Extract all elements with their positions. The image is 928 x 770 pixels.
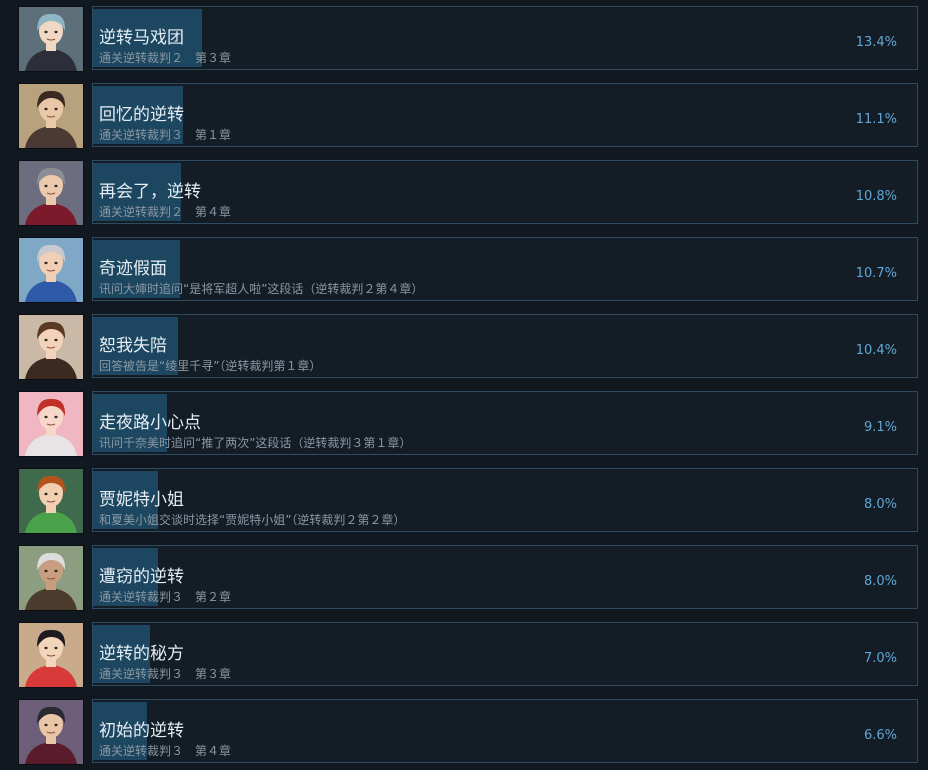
portrait-dahlia-icon (18, 391, 84, 457)
achievement-row[interactable]: 再会了，逆转通关逆转裁判２ 第４章 10.8% (0, 160, 928, 226)
unlock-percentage: 11.1% (855, 112, 897, 127)
portrait-edgeworth-icon (18, 160, 84, 226)
unlock-percentage: 9.1% (863, 420, 897, 435)
achievement-row[interactable]: 贾妮特小姐和夏美小姐交谈时选择“贾妮特小姐”（逆转裁判２第２章） 8.0% (0, 468, 928, 534)
achievement-title: 逆转马戏团 (99, 28, 184, 48)
portrait-lotta-icon (18, 468, 84, 534)
portrait-godot-icon (18, 545, 84, 611)
portrait-mia-dahlia-icon (18, 83, 84, 149)
achievement-description: 和夏美小姐交谈时选择“贾妮特小姐”（逆转裁判２第２章） (99, 513, 406, 527)
portrait-mia-icon (18, 314, 84, 380)
achievement-description: 通关逆转裁判２ 第４章 (99, 205, 232, 219)
achievement-title: 逆转的秘方 (99, 644, 184, 664)
portrait-franziska-icon (18, 6, 84, 72)
unlock-percentage: 8.0% (863, 574, 897, 589)
achievement-card[interactable]: 贾妮特小姐和夏美小姐交谈时选择“贾妮特小姐”（逆转裁判２第２章） 8.0% (92, 468, 918, 532)
unlock-percentage: 10.7% (855, 266, 897, 281)
achievement-row[interactable]: 回忆的逆转通关逆转裁判３ 第１章 11.1% (0, 83, 928, 149)
achievement-title: 初始的逆转 (99, 721, 184, 741)
achievement-title: 恕我失陪 (99, 336, 167, 356)
achievement-row[interactable]: 走夜路小心点讯问千奈美时追问“推了两次”这段话（逆转裁判３第１章） 9.1% (0, 391, 928, 457)
achievement-title: 回忆的逆转 (99, 105, 184, 125)
achievement-title: 贾妮特小姐 (99, 490, 184, 510)
achievement-description: 讯问千奈美时追问“推了两次”这段话（逆转裁判３第１章） (99, 436, 412, 450)
unlock-percentage: 13.4% (855, 35, 897, 50)
achievement-card[interactable]: 遭窃的逆转通关逆转裁判３ 第２章 8.0% (92, 545, 918, 609)
achievement-card[interactable]: 恕我失陪回答被告是“绫里千寻”（逆转裁判第１章） 10.4% (92, 314, 918, 378)
achievement-description: 讯问大婶时追问“是将军超人啦”这段话（逆转裁判２第４章） (99, 282, 424, 296)
portrait-oldbag-icon (18, 237, 84, 303)
achievement-row[interactable]: 初始的逆转通关逆转裁判３ 第４章 6.6% (0, 699, 928, 765)
achievement-card[interactable]: 初始的逆转通关逆转裁判３ 第４章 6.6% (92, 699, 918, 763)
achievement-description: 通关逆转裁判３ 第３章 (99, 667, 232, 681)
achievement-row[interactable]: 奇迹假面讯问大婶时追问“是将军超人啦”这段话（逆转裁判２第４章） 10.7% (0, 237, 928, 303)
unlock-percentage: 6.6% (863, 728, 897, 743)
portrait-maya-icon (18, 622, 84, 688)
achievement-row[interactable]: 恕我失陪回答被告是“绫里千寻”（逆转裁判第１章） 10.4% (0, 314, 928, 380)
achievement-description: 通关逆转裁判２ 第３章 (99, 51, 232, 65)
achievement-title: 奇迹假面 (99, 259, 167, 279)
achievement-description: 通关逆转裁判３ 第１章 (99, 128, 232, 142)
unlock-percentage: 8.0% (863, 497, 897, 512)
achievement-card[interactable]: 逆转马戏团通关逆转裁判２ 第３章 13.4% (92, 6, 918, 70)
achievement-list: 逆转马戏团通关逆转裁判２ 第３章 13.4% 回忆的逆转通关逆转裁判３ 第１章 11.… (0, 0, 928, 770)
portrait-godot-redd-icon (18, 699, 84, 765)
achievement-row[interactable]: 遭窃的逆转通关逆转裁判３ 第２章 8.0% (0, 545, 928, 611)
achievement-description: 通关逆转裁判３ 第２章 (99, 590, 232, 604)
achievement-row[interactable]: 逆转马戏团通关逆转裁判２ 第３章 13.4% (0, 6, 928, 72)
achievement-title: 再会了，逆转 (99, 182, 201, 202)
achievement-card[interactable]: 回忆的逆转通关逆转裁判３ 第１章 11.1% (92, 83, 918, 147)
achievement-description: 通关逆转裁判３ 第４章 (99, 744, 232, 758)
achievement-description: 回答被告是“绫里千寻”（逆转裁判第１章） (99, 359, 322, 373)
unlock-percentage: 10.8% (855, 189, 897, 204)
achievement-title: 遭窃的逆转 (99, 567, 184, 587)
achievement-card[interactable]: 逆转的秘方通关逆转裁判３ 第３章 7.0% (92, 622, 918, 686)
achievement-row[interactable]: 逆转的秘方通关逆转裁判３ 第３章 7.0% (0, 622, 928, 688)
unlock-percentage: 7.0% (863, 651, 897, 666)
achievement-card[interactable]: 奇迹假面讯问大婶时追问“是将军超人啦”这段话（逆转裁判２第４章） 10.7% (92, 237, 918, 301)
achievement-title: 走夜路小心点 (99, 413, 201, 433)
achievement-card[interactable]: 再会了，逆转通关逆转裁判２ 第４章 10.8% (92, 160, 918, 224)
achievement-card[interactable]: 走夜路小心点讯问千奈美时追问“推了两次”这段话（逆转裁判３第１章） 9.1% (92, 391, 918, 455)
unlock-percentage: 10.4% (855, 343, 897, 358)
